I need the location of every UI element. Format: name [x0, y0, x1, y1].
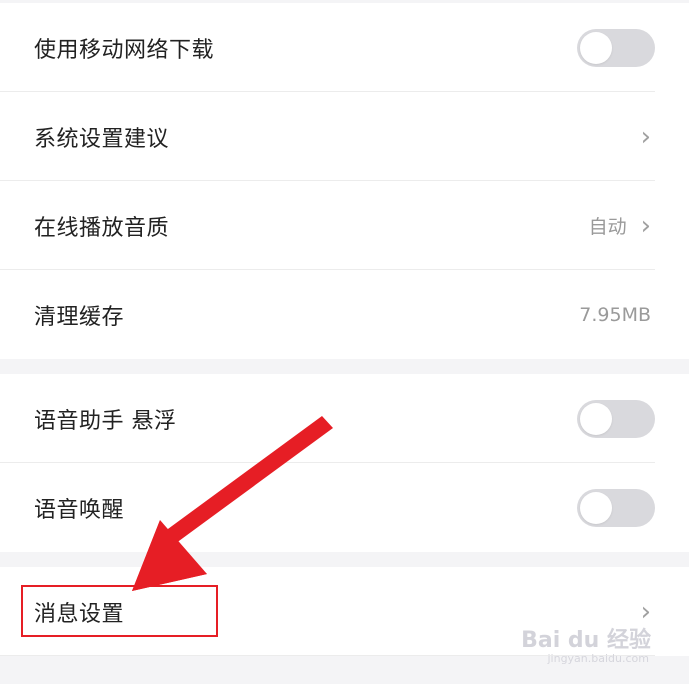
- watermark-logo: Bai du 经验: [521, 628, 651, 653]
- pointer-arrow-icon: [132, 416, 333, 591]
- watermark-url: jingyan.baidu.com: [547, 652, 649, 665]
